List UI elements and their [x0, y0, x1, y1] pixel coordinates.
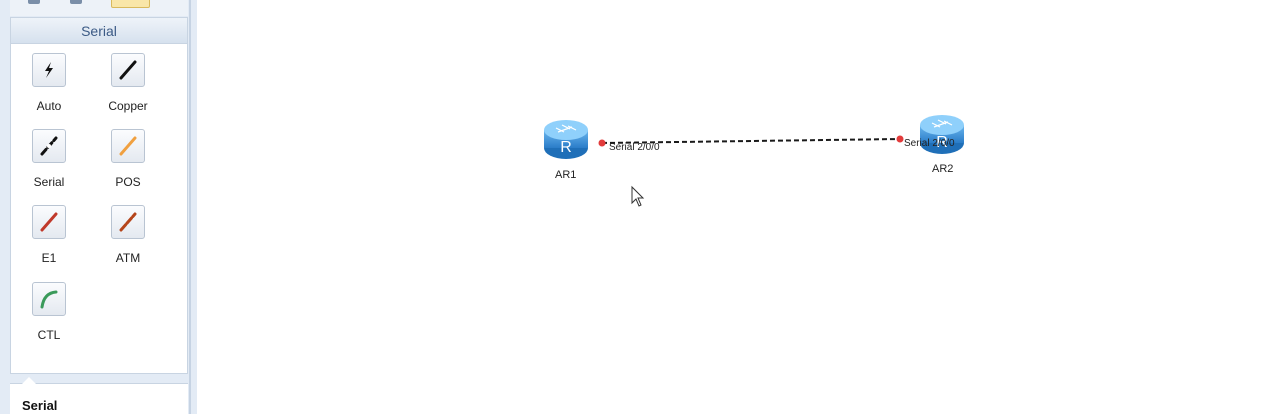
tool-auto[interactable]: Auto — [19, 53, 79, 115]
atm-cable-icon[interactable] — [111, 205, 145, 239]
svg-text:R: R — [560, 139, 572, 156]
tool-label: Serial — [33, 175, 65, 189]
tool-label: CTL — [37, 328, 61, 342]
tool-serial[interactable]: Serial — [19, 129, 79, 191]
device-label-ar2: AR2 — [932, 163, 954, 175]
selected-category-icon[interactable] — [111, 0, 150, 8]
router-icon[interactable]: R — [918, 113, 966, 159]
ctl-cable-icon[interactable] — [32, 282, 66, 316]
tool-label: E1 — [41, 251, 57, 265]
tool-label: ATM — [115, 251, 141, 265]
auto-cable-icon[interactable] — [32, 53, 66, 87]
e1-cable-icon[interactable] — [32, 205, 66, 239]
tool-e1[interactable]: E1 — [19, 205, 79, 267]
copper-cable-icon[interactable] — [111, 53, 145, 87]
tool-copper[interactable]: Copper — [98, 53, 158, 115]
topology-canvas[interactable]: R AR1 Serial 2/0/0 R AR2 Serial 2/0/0 — [197, 0, 1274, 414]
pos-cable-icon[interactable] — [111, 129, 145, 163]
tool-label: POS — [115, 175, 141, 189]
tool-atm[interactable]: ATM — [98, 205, 158, 267]
sidebar-divider[interactable] — [189, 0, 191, 414]
tool-label: Auto — [36, 99, 62, 113]
tool-pos[interactable]: POS — [98, 129, 158, 191]
category-icon[interactable] — [28, 0, 40, 4]
panel-header: Serial — [10, 17, 188, 44]
tool-ctl[interactable]: CTL — [19, 282, 79, 344]
details-title: Serial — [22, 398, 58, 413]
router-icon[interactable]: R — [542, 118, 590, 164]
port-dot — [598, 139, 606, 147]
serial-cable-icon[interactable] — [32, 129, 66, 163]
port-label-ar1: Serial 2/0/0 — [609, 142, 660, 153]
port-label-ar2: Serial 2/0/0 — [904, 138, 955, 149]
device-label-ar1: AR1 — [555, 169, 577, 181]
port-dot — [896, 135, 904, 143]
panel-notch — [22, 377, 36, 384]
category-icon[interactable] — [70, 0, 82, 4]
tool-label: Copper — [108, 99, 148, 113]
toolbar-strip — [10, 0, 188, 16]
topology-svg — [598, 135, 904, 207]
mouse-cursor-icon — [631, 185, 645, 207]
